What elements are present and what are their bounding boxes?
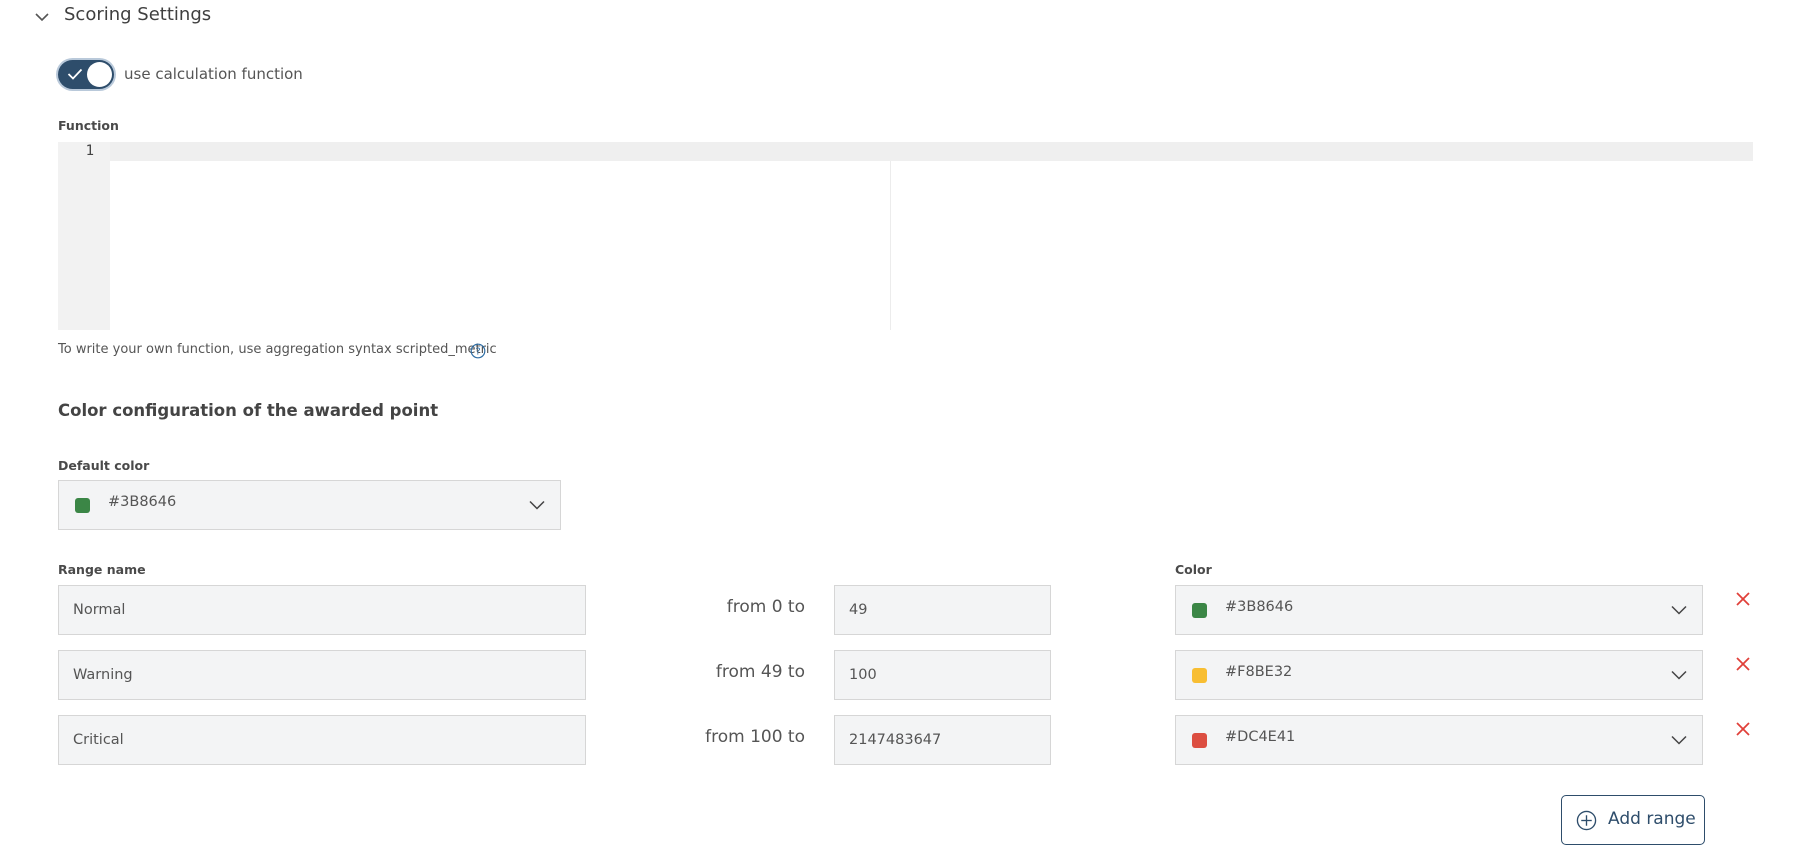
default-color-label: Default color bbox=[58, 458, 150, 473]
range-color-value: #3B8646 bbox=[1225, 599, 1294, 615]
toggle-knob bbox=[87, 62, 112, 87]
function-hint: To write your own function, use aggregat… bbox=[58, 342, 497, 357]
range-from-label: from 49 to bbox=[715, 662, 805, 682]
chevron-down-icon bbox=[1671, 605, 1687, 615]
range-to-input[interactable] bbox=[834, 585, 1051, 635]
default-color-select[interactable]: #3B8646 bbox=[58, 480, 561, 530]
default-color-value: #3B8646 bbox=[108, 494, 177, 510]
chevron-down-icon bbox=[529, 500, 545, 510]
remove-range-icon[interactable] bbox=[1735, 591, 1751, 607]
calculation-function-toggle[interactable] bbox=[58, 60, 114, 89]
color-swatch bbox=[75, 498, 90, 513]
range-from-label: from 100 to bbox=[705, 727, 805, 747]
color-swatch bbox=[1192, 668, 1207, 683]
section-title[interactable]: Scoring Settings bbox=[64, 4, 211, 25]
editor-gutter: 1 bbox=[58, 142, 110, 330]
chevron-down-icon[interactable] bbox=[34, 9, 50, 25]
range-color-value: #F8BE32 bbox=[1225, 664, 1293, 680]
color-swatch bbox=[1192, 733, 1207, 748]
plus-circle-icon bbox=[1576, 810, 1597, 831]
range-name-input[interactable] bbox=[58, 585, 586, 635]
range-name-label: Range name bbox=[58, 562, 146, 577]
range-color-value: #DC4E41 bbox=[1225, 729, 1296, 745]
print-margin bbox=[890, 161, 891, 330]
range-color-label: Color bbox=[1175, 562, 1212, 577]
function-code-editor[interactable]: 1 bbox=[58, 142, 1753, 330]
chevron-down-icon bbox=[1671, 735, 1687, 745]
help-icon[interactable]: ? bbox=[470, 343, 486, 359]
line-number: 1 bbox=[85, 143, 94, 159]
check-icon bbox=[67, 68, 83, 80]
add-range-button[interactable]: Add range bbox=[1561, 795, 1705, 845]
function-label: Function bbox=[58, 118, 119, 133]
active-line-highlight bbox=[110, 142, 1753, 161]
color-swatch bbox=[1192, 603, 1207, 618]
range-name-input[interactable] bbox=[58, 715, 586, 765]
range-color-select[interactable]: #DC4E41 bbox=[1175, 715, 1703, 765]
remove-range-icon[interactable] bbox=[1735, 721, 1751, 737]
range-color-select[interactable]: #3B8646 bbox=[1175, 585, 1703, 635]
color-config-title: Color configuration of the awarded point bbox=[58, 401, 439, 420]
toggle-label: use calculation function bbox=[124, 65, 303, 83]
range-to-input[interactable] bbox=[834, 715, 1051, 765]
remove-range-icon[interactable] bbox=[1735, 656, 1751, 672]
range-to-input[interactable] bbox=[834, 650, 1051, 700]
chevron-down-icon bbox=[1671, 670, 1687, 680]
range-from-label: from 0 to bbox=[726, 597, 805, 617]
svg-text:?: ? bbox=[475, 347, 480, 358]
add-range-label: Add range bbox=[1608, 809, 1696, 829]
range-name-input[interactable] bbox=[58, 650, 586, 700]
range-color-select[interactable]: #F8BE32 bbox=[1175, 650, 1703, 700]
